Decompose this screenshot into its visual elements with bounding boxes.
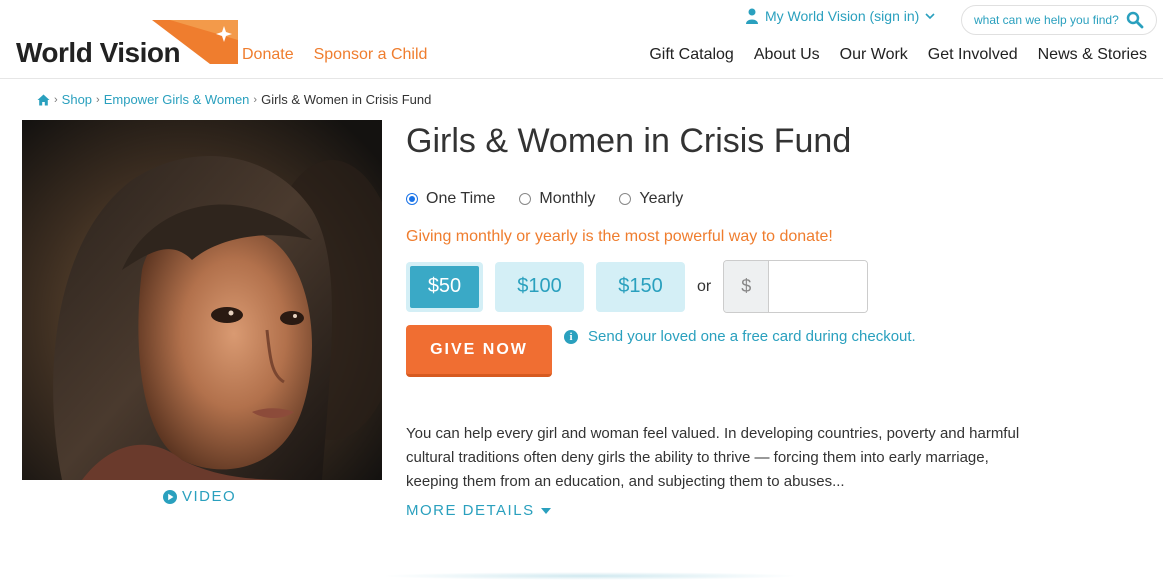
account-menu[interactable]: My World Vision (sign in) [745,8,935,24]
custom-amount-input[interactable] [769,261,868,312]
product-title: Girls & Women in Crisis Fund [406,122,852,160]
one-time-radio[interactable] [406,193,418,205]
breadcrumb-separator-icon: › [253,93,258,106]
search-input[interactable] [974,13,1126,27]
sponsor-child-link[interactable]: Sponsor a Child [314,46,428,64]
chevron-down-icon [925,13,935,20]
user-icon [746,8,758,24]
amount-150-button[interactable]: $150 [596,261,685,312]
account-label: My World Vision (sign in) [765,8,920,24]
amount-100-button[interactable]: $100 [495,261,584,312]
more-details-toggle[interactable]: MORE DETAILS [406,502,551,519]
frequency-yearly[interactable]: Yearly [619,190,683,208]
logo-flag-icon [152,20,238,64]
amount-50-label: $50 [410,265,479,308]
or-label: or [697,277,712,295]
caret-down-icon [540,507,551,514]
more-details-label: MORE DETAILS [406,502,535,519]
search-box [961,5,1157,35]
amount-50-button[interactable]: $50 [406,261,483,312]
monthly-radio[interactable] [519,193,532,205]
breadcrumb-current: Girls & Women in Crisis Fund [261,92,432,107]
primary-links: Donate Sponsor a Child [242,46,427,64]
main-nav: Gift Catalog About Us Our Work Get Invol… [649,46,1147,64]
monthly-label: Monthly [539,190,596,207]
yearly-radio[interactable] [619,193,632,205]
free-card-text: Send your loved one a free card during c… [588,328,916,345]
recurring-promo-text: Giving monthly or yearly is the most pow… [406,228,833,245]
frequency-one-time[interactable]: One Time [406,190,495,208]
nav-about-us[interactable]: About Us [754,46,820,64]
amount-options: $50 $100 $150 or $ [406,260,869,313]
breadcrumb: › Shop › Empower Girls & Women › Girls &… [37,92,431,107]
product-photo[interactable] [22,120,382,480]
nav-news-stories[interactable]: News & Stories [1038,46,1147,64]
nav-get-involved[interactable]: Get Involved [928,46,1018,64]
home-icon[interactable] [37,94,50,106]
one-time-label: One Time [426,190,496,207]
section-divider-shadow [380,572,800,580]
world-vision-logo[interactable]: World Vision [16,20,238,68]
breadcrumb-separator-icon: › [54,93,58,106]
info-icon: i [564,329,578,344]
nav-gift-catalog[interactable]: Gift Catalog [649,46,733,64]
custom-amount-group: $ [723,260,869,313]
girl-portrait-image [22,120,382,480]
site-header: World Vision Donate Sponsor a Child My W… [0,0,1163,79]
give-now-button[interactable]: GIVE NOW [406,325,552,377]
breadcrumb-separator-icon: › [96,93,100,106]
breadcrumb-empower-girls-women[interactable]: Empower Girls & Women [104,92,250,107]
play-circle-icon [163,489,177,504]
video-label: VIDEO [182,488,237,505]
frequency-monthly[interactable]: Monthly [519,190,595,208]
yearly-label: Yearly [639,190,684,207]
breadcrumb-shop[interactable]: Shop [62,92,92,107]
video-link[interactable]: VIDEO [163,488,236,505]
nav-our-work[interactable]: Our Work [840,46,908,64]
donate-link[interactable]: Donate [242,46,294,64]
free-card-note[interactable]: i Send your loved one a free card during… [564,328,916,345]
frequency-options: One Time Monthly Yearly [406,190,683,208]
product-description: You can help every girl and woman feel v… [406,425,1020,490]
search-icon[interactable] [1126,11,1144,29]
currency-symbol: $ [724,261,770,312]
